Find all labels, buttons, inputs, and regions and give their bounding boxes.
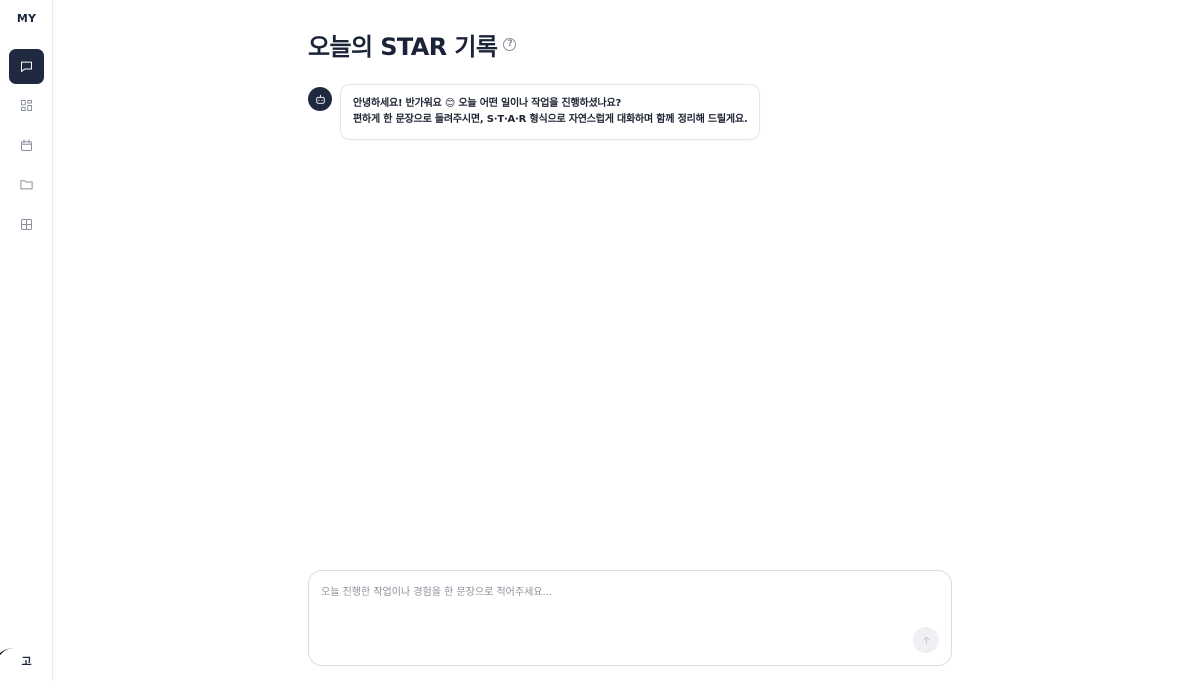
send-button[interactable] (913, 627, 939, 653)
sidebar: MY 고 (0, 0, 53, 681)
bot-avatar (308, 87, 332, 111)
message-composer (308, 570, 952, 666)
bot-message-line: 편하게 한 문장으로 들려주시면, S·T·A·R 형식으로 자연스럽게 대화하… (353, 114, 748, 125)
sidebar-item-calendar[interactable] (9, 128, 44, 163)
folder-icon (20, 180, 33, 190)
dashboard-grid-icon (21, 100, 32, 111)
bot-message-bubble: 안녕하세요! 반가워요 😊 오늘 어떤 일이나 작업을 진행하셨나요? 편하게 … (340, 84, 760, 140)
user-avatar[interactable]: 고 (9, 645, 44, 677)
message-input[interactable] (321, 583, 941, 633)
sidebar-item-table[interactable] (9, 207, 44, 242)
app-root: MY 고 오늘의 STAR 기록 ? 안녕하세요! 반가워요 😊 오늘 어떤 일… (0, 0, 1200, 681)
page-title-text: 오늘의 STAR 기록 (308, 33, 498, 61)
sidebar-item-dashboard[interactable] (9, 88, 44, 123)
robot-icon (315, 94, 325, 104)
calendar-icon (21, 139, 32, 151)
table-grid-icon (21, 219, 32, 230)
arrow-up-icon (922, 636, 930, 644)
page-title: 오늘의 STAR 기록 ? (308, 27, 517, 62)
bot-message-line: 안녕하세요! 반가워요 😊 오늘 어떤 일이나 작업을 진행하셨나요? (353, 98, 622, 109)
help-icon[interactable]: ? (503, 38, 517, 51)
sidebar-item-chat[interactable] (9, 49, 44, 84)
chat-bubble-icon (21, 61, 32, 72)
brand-logo[interactable]: MY (0, 12, 53, 25)
sidebar-item-folder[interactable] (9, 167, 44, 202)
